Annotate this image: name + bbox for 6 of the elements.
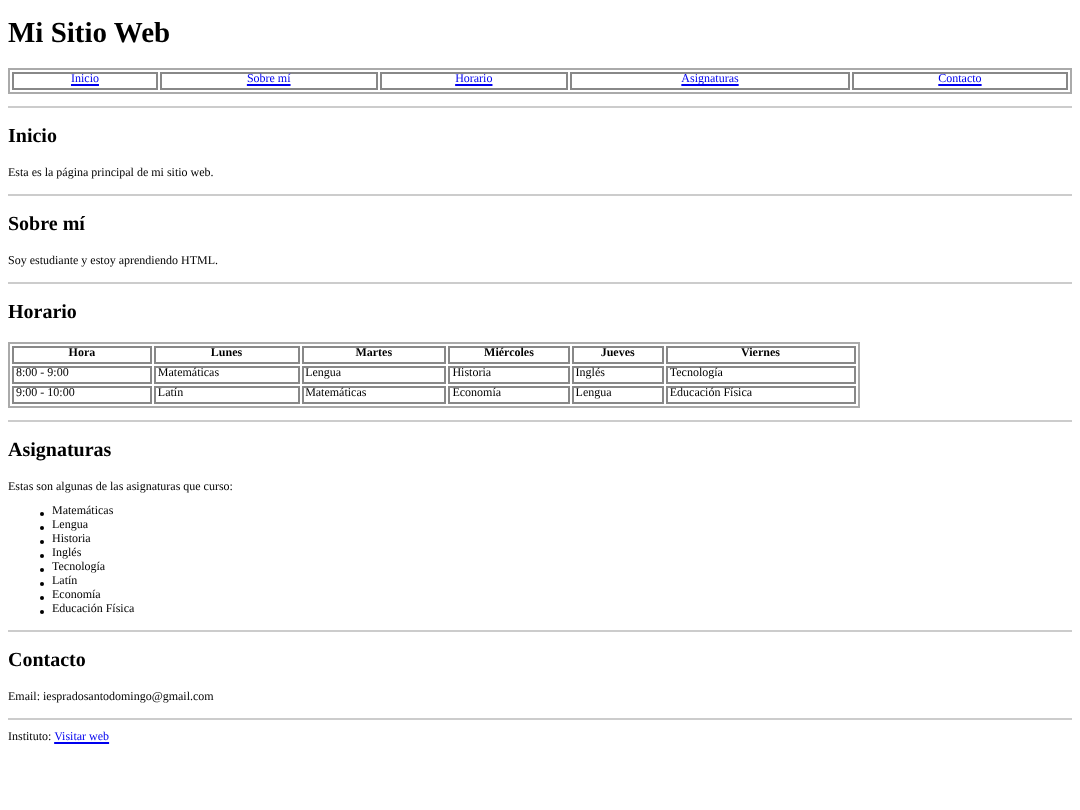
section-heading: Inicio [8, 124, 59, 150]
page-title: Mi Sitio Web [8, 16, 173, 52]
section-heading: Sobre mí [8, 212, 87, 238]
section-heading: Contacto [8, 648, 88, 674]
section-heading: Asignaturas [8, 438, 114, 464]
section-heading: Horario [8, 300, 79, 326]
